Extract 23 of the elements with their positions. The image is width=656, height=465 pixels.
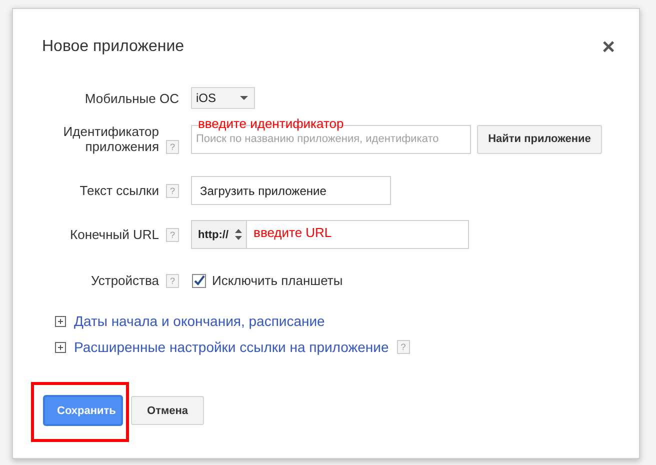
os-dropdown[interactable]: iOS: [191, 87, 255, 109]
url-field[interactable]: [246, 220, 469, 249]
plus-icon[interactable]: [55, 316, 66, 326]
field-label: Текст ссылки: [80, 183, 159, 198]
checkbox-label: Исключить планшеты: [212, 273, 343, 288]
find-app-button[interactable]: Найти приложение: [477, 124, 602, 154]
annotation-text: введите URL: [254, 225, 332, 240]
field-label: Мобильные ОС: [84, 90, 179, 106]
checkbox[interactable]: [192, 274, 206, 288]
section-link[interactable]: Даты начала и окончания, расписание: [74, 313, 325, 329]
save-button[interactable]: Сохранить: [44, 396, 122, 425]
dialog-title: Новое приложение: [42, 38, 184, 56]
protocol-dropdown[interactable]: http://: [191, 220, 246, 249]
link-text-field[interactable]: Загрузить приложение: [191, 176, 391, 205]
field-label: Идентификатор приложения: [62, 124, 159, 154]
caret-icon: [240, 96, 248, 100]
plus-icon[interactable]: [55, 342, 66, 352]
field-label: Конечный URL: [70, 227, 159, 242]
cancel-button[interactable]: Отмена: [131, 396, 204, 425]
close-button[interactable]: ×: [602, 37, 615, 57]
field-label: Устройства: [90, 273, 159, 288]
up-down-icon: [234, 229, 242, 240]
section-link[interactable]: Расширенные настройки ссылки на приложение: [74, 339, 389, 355]
